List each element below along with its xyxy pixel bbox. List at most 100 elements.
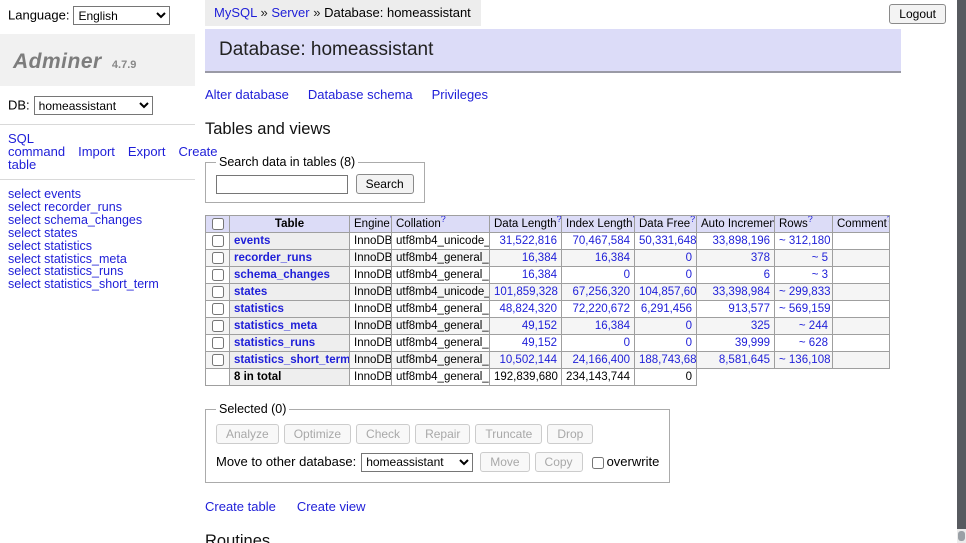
engine-cell: InnoDB <box>350 284 392 301</box>
search-input[interactable] <box>216 175 348 194</box>
help-link-data-length[interactable]: ? <box>557 216 562 225</box>
drop-button[interactable]: Drop <box>547 424 593 444</box>
row-checkbox-statistics-short-term[interactable] <box>212 354 224 366</box>
index-length-link[interactable]: 16,384 <box>595 320 630 332</box>
data-length-link[interactable]: 16,384 <box>522 252 557 264</box>
table-link-events[interactable]: events <box>234 235 270 247</box>
analyze-button[interactable]: Analyze <box>216 424 279 444</box>
data-length-link[interactable]: 49,152 <box>522 337 557 349</box>
index-length-link[interactable]: 0 <box>624 269 630 281</box>
breadcrumb-mysql[interactable]: MySQL <box>214 5 257 20</box>
rows-link[interactable]: ~ 312,180 <box>779 235 830 247</box>
index-length-link[interactable]: 16,384 <box>595 252 630 264</box>
sidebar-select-recorder-runs[interactable]: select recorder_runs <box>8 201 195 214</box>
auto-increment-link[interactable]: 6 <box>764 269 770 281</box>
table-link-recorder-runs[interactable]: recorder_runs <box>234 252 312 264</box>
db-select[interactable]: homeassistant <box>34 96 153 115</box>
rows-link[interactable]: ~ 5 <box>812 252 828 264</box>
row-checkbox-recorder-runs[interactable] <box>212 252 224 264</box>
index-length-link[interactable]: 24,166,400 <box>572 354 630 366</box>
data-free-link[interactable]: 50,331,648 <box>639 235 697 247</box>
sidebar-link-sql-command[interactable]: SQL command <box>8 131 65 159</box>
auto-increment-link[interactable]: 33,398,984 <box>712 286 770 298</box>
data-free-link[interactable]: 188,743,680 <box>639 354 697 366</box>
index-length-link[interactable]: 70,467,584 <box>572 235 630 247</box>
table-link-statistics[interactable]: statistics <box>234 303 284 315</box>
overwrite-checkbox[interactable] <box>592 457 604 469</box>
optimize-button[interactable]: Optimize <box>284 424 351 444</box>
breadcrumb-server[interactable]: Server <box>271 5 309 20</box>
rows-link[interactable]: ~ 628 <box>799 337 828 349</box>
link-create-table[interactable]: Create table <box>205 499 276 514</box>
data-free-link[interactable]: 0 <box>686 337 692 349</box>
help-link-rows[interactable]: ? <box>808 216 813 225</box>
row-checkbox-states[interactable] <box>212 286 224 298</box>
data-length-link[interactable]: 48,824,320 <box>499 303 557 315</box>
auto-increment-link[interactable]: 8,581,645 <box>719 354 770 366</box>
link-create-view[interactable]: Create view <box>297 499 366 514</box>
table-link-statistics-meta[interactable]: statistics_meta <box>234 320 317 332</box>
auto-increment-link[interactable]: 33,898,196 <box>712 235 770 247</box>
sidebar-select-statistics[interactable]: select statistics <box>8 240 195 253</box>
copy-button[interactable]: Copy <box>535 452 583 472</box>
sidebar-link-export[interactable]: Export <box>128 144 166 159</box>
auto-increment-link[interactable]: 913,577 <box>728 303 770 315</box>
move-button[interactable]: Move <box>480 452 529 472</box>
repair-button[interactable]: Repair <box>415 424 470 444</box>
overwrite-option[interactable]: overwrite <box>592 454 660 469</box>
row-checkbox-statistics-meta[interactable] <box>212 320 224 332</box>
table-link-schema-changes[interactable]: schema_changes <box>234 269 330 281</box>
data-length-link[interactable]: 49,152 <box>522 320 557 332</box>
data-free-link[interactable]: 0 <box>686 269 692 281</box>
check-button[interactable]: Check <box>356 424 410 444</box>
data-length-link[interactable]: 16,384 <box>522 269 557 281</box>
db-link-database-schema[interactable]: Database schema <box>308 87 413 102</box>
index-length-link[interactable]: 67,256,320 <box>572 286 630 298</box>
help-link-data-free[interactable]: ? <box>690 216 695 225</box>
row-checkbox-events[interactable] <box>212 235 224 247</box>
data-free-link[interactable]: 0 <box>686 320 692 332</box>
data-length-link[interactable]: 10,502,144 <box>499 354 557 366</box>
move-db-select[interactable]: homeassistant <box>361 453 473 472</box>
rows-link[interactable]: ~ 299,833 <box>779 286 830 298</box>
auto-increment-link[interactable]: 325 <box>751 320 770 332</box>
index-length-link[interactable]: 72,220,672 <box>572 303 630 315</box>
sidebar-link-import[interactable]: Import <box>78 144 115 159</box>
data-free-link[interactable]: 6,291,456 <box>641 303 692 315</box>
logout-button[interactable]: Logout <box>889 4 946 24</box>
row-checkbox-statistics[interactable] <box>212 303 224 315</box>
sidebar-select-statistics-short-term[interactable]: select statistics_short_term <box>8 278 195 291</box>
scrollbar[interactable] <box>957 0 966 543</box>
language-select[interactable]: English <box>73 6 170 25</box>
row-checkbox-schema-changes[interactable] <box>212 269 224 281</box>
rows-link[interactable]: ~ 569,159 <box>779 303 830 315</box>
data-free-link[interactable]: 104,857,600 <box>639 286 697 298</box>
help-link-collation[interactable]: ? <box>441 216 446 225</box>
row-checkbox-statistics-runs[interactable] <box>212 337 224 349</box>
sidebar-select-schema-changes[interactable]: select schema_changes <box>8 214 195 227</box>
select-all-checkbox[interactable] <box>212 218 224 230</box>
data-length-link[interactable]: 31,522,816 <box>499 235 557 247</box>
row-checkbox-cell <box>206 250 230 267</box>
truncate-button[interactable]: Truncate <box>475 424 542 444</box>
db-link-alter-database[interactable]: Alter database <box>205 87 289 102</box>
data-length-link[interactable]: 101,859,328 <box>494 286 558 298</box>
rows-link[interactable]: ~ 136,108 <box>779 354 830 366</box>
row-checkbox-cell <box>206 233 230 250</box>
table-link-statistics-short-term[interactable]: statistics_short_term <box>234 354 350 366</box>
collation-cell: utf8mb4_general_ci <box>392 267 490 284</box>
help-link-comment[interactable]: ? <box>887 216 890 225</box>
search-button[interactable]: Search <box>356 174 414 194</box>
index-length-link[interactable]: 0 <box>624 337 630 349</box>
scrollbar-thumb[interactable] <box>957 0 966 529</box>
auto-increment-link[interactable]: 378 <box>751 252 770 264</box>
sidebar-select-states[interactable]: select states <box>8 227 195 240</box>
data-free-link[interactable]: 0 <box>686 252 692 264</box>
table-link-states[interactable]: states <box>234 286 267 298</box>
sidebar-select-events[interactable]: select events <box>8 188 195 201</box>
rows-link[interactable]: ~ 244 <box>799 320 828 332</box>
auto-increment-link[interactable]: 39,999 <box>735 337 770 349</box>
db-link-privileges[interactable]: Privileges <box>432 87 488 102</box>
rows-link[interactable]: ~ 3 <box>812 269 828 281</box>
table-link-statistics-runs[interactable]: statistics_runs <box>234 337 315 349</box>
